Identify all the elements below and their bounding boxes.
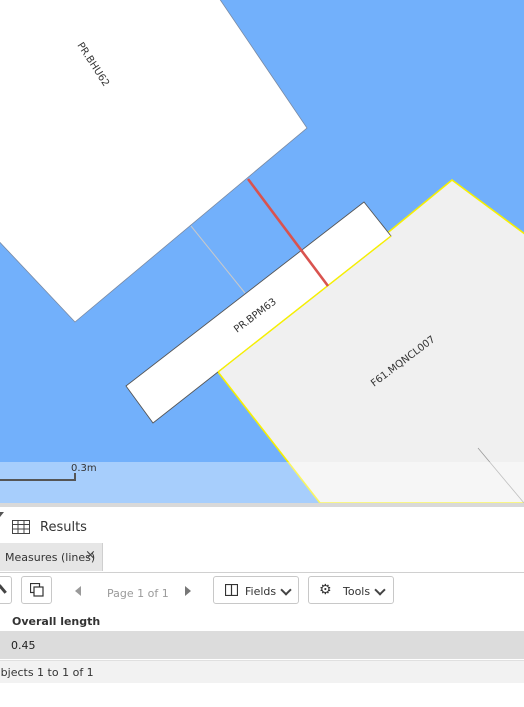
columns-icon [225,584,238,596]
close-icon[interactable]: × [85,548,96,563]
footer-count: Objects 1 to 1 of 1 [0,666,94,679]
tab-label: Measures (lines) [5,551,96,564]
page-label: Page 1 of 1 [107,587,169,600]
pencil-icon [0,584,7,594]
copy-icon [30,583,44,597]
table-row[interactable]: 0.45 [0,631,524,659]
select-copy-button[interactable] [21,576,52,604]
results-title: Results [40,520,87,535]
scale-bar [0,473,76,481]
table-icon [12,519,30,538]
results-footer: Objects 1 to 1 of 1 [0,660,524,683]
tab-measures-lines[interactable]: Measures (lines) × [0,543,103,571]
fields-button[interactable]: Fields [213,576,299,604]
column-header-overall-length[interactable]: Overall length [0,611,524,633]
parcel-pr-bhu62[interactable] [0,0,308,323]
results-panel: Results Measures (lines) × Page 1 of 1 F… [0,503,524,707]
map-view[interactable]: PR.BHU62 PR.BPM63 F61.MQNCL007 0.3m [0,0,524,503]
tools-label: Tools [343,585,371,598]
chevron-down-icon [374,584,386,596]
edit-button[interactable] [0,576,12,604]
gears-icon: ⚙ [319,582,332,598]
results-toolbar: Page 1 of 1 Fields ⚙ Tools [0,573,524,609]
map-canvas[interactable]: PR.BHU62 PR.BPM63 F61.MQNCL007 [0,0,524,503]
tools-button[interactable]: ⚙ Tools [308,576,394,604]
results-tabbar: Measures (lines) × [0,542,524,573]
collapse-caret-icon[interactable] [0,512,4,517]
column-header-label: Overall length [12,615,101,628]
cell-overall-length: 0.45 [11,639,36,652]
feature-connector-line [190,225,246,294]
panel-resize-handle[interactable] [0,503,524,507]
fields-label: Fields [245,585,277,598]
previous-page-icon[interactable] [75,586,81,596]
chevron-down-icon [280,584,292,596]
next-page-icon[interactable] [185,586,191,596]
